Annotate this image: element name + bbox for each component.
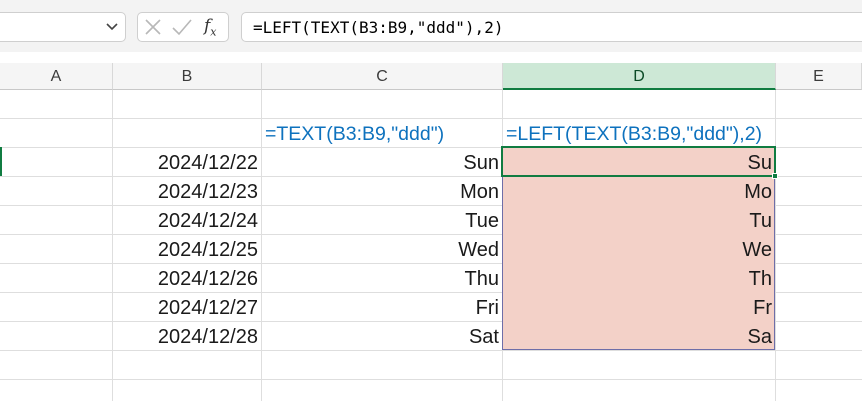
formula-bar: fx =LEFT(TEXT(B3:B9,"ddd"),2) [0,0,862,52]
cell-D7[interactable]: Th [503,264,776,293]
cell-B9[interactable]: 2024/12/28 [113,322,262,351]
cell-C5[interactable]: Tue [262,206,503,235]
cell-B3[interactable]: 2024/12/22 [113,148,262,177]
cell-C2[interactable]: =TEXT(B3:B9,"ddd") [262,119,503,148]
column-header-E[interactable]: E [776,63,862,90]
cell-C3[interactable]: Sun [262,148,503,177]
cell-C8[interactable]: Fri [262,293,503,322]
cell-D4[interactable]: Mo [503,177,776,206]
cell-D9[interactable]: Sa [503,322,776,351]
cell-B7[interactable]: 2024/12/26 [113,264,262,293]
insert-function-icon[interactable]: fx [204,16,224,38]
cell-B5[interactable]: 2024/12/24 [113,206,262,235]
formula-input[interactable]: =LEFT(TEXT(B3:B9,"ddd"),2) [241,12,862,42]
cell-B6[interactable]: 2024/12/25 [113,235,262,264]
cancel-icon[interactable] [144,18,162,36]
column-header-B[interactable]: B [113,63,262,90]
column-header-A[interactable]: A [0,63,113,90]
chevron-down-icon[interactable] [105,19,119,33]
cell-C4[interactable]: Mon [262,177,503,206]
cell-D5[interactable]: Tu [503,206,776,235]
column-header-D[interactable]: D [503,63,776,90]
active-row-indicator [0,147,2,176]
cell-D8[interactable]: Fr [503,293,776,322]
column-header-C[interactable]: C [262,63,503,90]
checkmark-icon[interactable] [172,18,192,36]
cell-D6[interactable]: We [503,235,776,264]
worksheet-grid[interactable]: =TEXT(B3:B9,"ddd") =LEFT(TEXT(B3:B9,"ddd… [0,90,862,401]
cell-D2[interactable]: =LEFT(TEXT(B3:B9,"ddd"),2) [503,119,803,148]
active-cell-border [501,146,776,177]
cell-B8[interactable]: 2024/12/27 [113,293,262,322]
fill-handle[interactable] [772,173,778,179]
cell-C7[interactable]: Thu [262,264,503,293]
formula-actions: fx [137,12,229,42]
cell-C6[interactable]: Wed [262,235,503,264]
cell-B4[interactable]: 2024/12/23 [113,177,262,206]
name-box[interactable] [0,12,126,42]
cell-C9[interactable]: Sat [262,322,503,351]
